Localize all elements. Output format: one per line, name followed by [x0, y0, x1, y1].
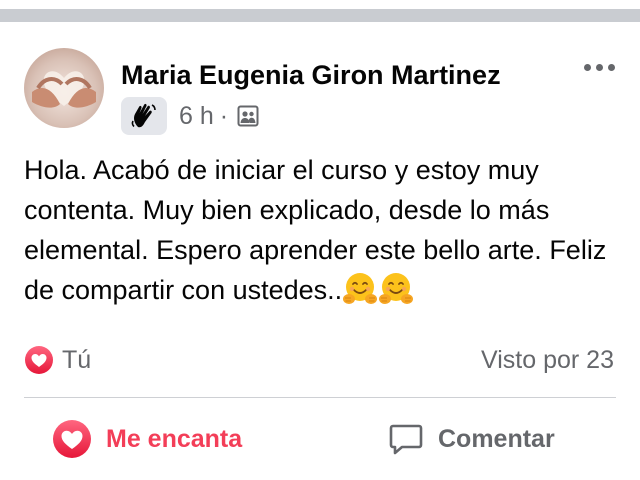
love-reaction-icon [24, 345, 54, 375]
seen-by-count[interactable]: Visto por 23 [481, 344, 614, 376]
reaction-summary[interactable]: Tú [24, 344, 91, 376]
post-body: Hola. Acabó de iniciar el curso y estoy … [24, 155, 607, 305]
hugging-face-icon [342, 271, 378, 307]
author-name[interactable]: Maria Eugenia Giron Martinez [121, 60, 501, 91]
more-options-icon[interactable] [582, 56, 618, 78]
post-time[interactable]: 6 h [179, 102, 214, 131]
actions-divider [24, 397, 616, 398]
meta-separator: · [219, 101, 229, 130]
love-reaction-icon [53, 420, 91, 458]
post-card: Maria Eugenia Giron Martinez 6 h · Hola.… [0, 22, 640, 480]
comment-icon [389, 424, 423, 455]
avatar[interactable] [24, 48, 104, 128]
comment-button-label: Comentar [438, 424, 555, 453]
comment-button[interactable]: Comentar [388, 418, 555, 460]
waving-hand-icon[interactable] [121, 97, 167, 135]
love-button-label: Me encanta [106, 424, 243, 453]
feed-divider [0, 0, 640, 22]
love-button[interactable]: Me encanta [52, 418, 242, 460]
reaction-label: Tú [62, 345, 92, 374]
post-text: Hola. Acabó de iniciar el curso y estoy … [24, 150, 624, 310]
post-meta: 6 h · [121, 97, 260, 135]
hugging-face-icon [378, 271, 414, 307]
group-members-icon [236, 104, 260, 128]
